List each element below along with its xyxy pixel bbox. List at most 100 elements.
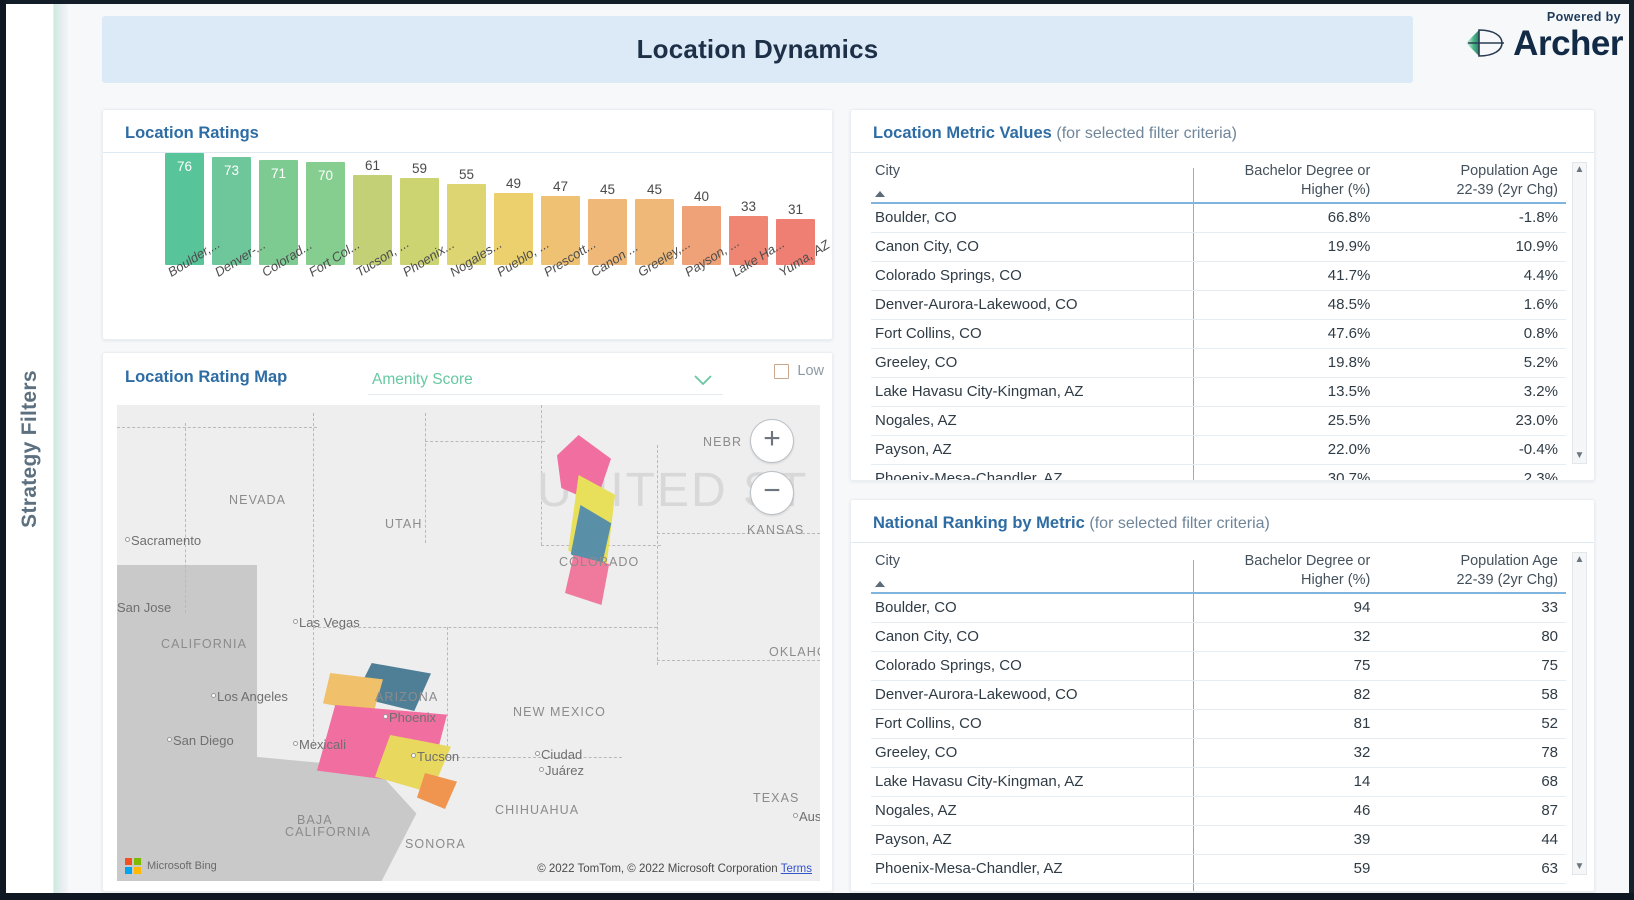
metric-values-scrollbar[interactable]: ▲ ▼ <box>1572 162 1587 464</box>
ranking-table-scroll[interactable]: City Bachelor Degree or Higher (%) Popul… <box>871 546 1566 891</box>
table-row[interactable]: Nogales, AZ 25.5% 23.0% <box>871 406 1566 436</box>
cell-popage: 47 <box>1378 883 1566 891</box>
table-row[interactable]: Phoenix-Mesa-Chandler, AZ 30.7% 2.3% <box>871 464 1566 480</box>
map-city-label: Sacramento <box>131 533 202 548</box>
table-row[interactable]: Boulder, CO 66.8% -1.8% <box>871 203 1566 233</box>
map-state-label: COLORADO <box>559 555 640 569</box>
column-header-bachelor-line1: Bachelor Degree or <box>1244 163 1371 179</box>
map-city-dot <box>293 741 298 746</box>
column-header-popage[interactable]: Population Age 22-39 (2yr Chg) <box>1378 156 1566 202</box>
cell-city: Payson, AZ <box>871 825 1191 855</box>
cell-city: Boulder, CO <box>871 203 1191 233</box>
cell-popage: 52 <box>1378 709 1566 739</box>
cell-popage: 4.4% <box>1378 261 1566 291</box>
bar-value-label: 70 <box>317 168 334 183</box>
cell-popage: 58 <box>1378 680 1566 710</box>
bing-attribution-logo: Microsoft Bing <box>125 858 217 874</box>
metric-values-table-scroll[interactable]: City Bachelor Degree or Higher (%) Popul… <box>871 156 1566 480</box>
brand-name: Archer <box>1513 23 1623 63</box>
table-row[interactable]: Denver-Aurora-Lakewood, CO 48.5% 1.6% <box>871 290 1566 320</box>
map-terms-link[interactable]: Terms <box>781 863 812 875</box>
column-header-city[interactable]: City <box>871 156 1191 202</box>
strategy-filters-sidebar[interactable]: Strategy Filters <box>6 4 54 893</box>
table-row[interactable]: Fort Collins, CO 81 52 <box>871 709 1566 739</box>
table-row[interactable]: Lake Havasu City-Kingman, AZ 14 68 <box>871 767 1566 797</box>
cell-popage: 10.9% <box>1378 232 1566 262</box>
cell-bachelor: 19.8% <box>1190 348 1379 378</box>
map-copyright-text: © 2022 TomTom, © 2022 Microsoft Corporat… <box>537 863 778 875</box>
cell-bachelor: 22.0% <box>1190 435 1379 465</box>
table-row[interactable]: Denver-Aurora-Lakewood, CO 82 58 <box>871 680 1566 710</box>
table-row[interactable]: Colorado Springs, CO 41.7% 4.4% <box>871 261 1566 291</box>
scroll-up-arrow[interactable]: ▲ <box>1575 165 1585 175</box>
bar-value-label: 40 <box>693 189 710 204</box>
cell-bachelor: 25.5% <box>1190 406 1379 436</box>
table-row[interactable]: Nogales, AZ 46 87 <box>871 796 1566 826</box>
low-filter-checkbox[interactable]: Low <box>774 363 824 379</box>
bing-map-view[interactable]: UNITED ST NEVADA UTAH CALIFORNIA COLORADO NE… <box>117 405 820 881</box>
column-header-popage[interactable]: Population Age 22-39 (2yr Chg) <box>1378 546 1566 592</box>
map-city-label: Juárez <box>545 763 585 778</box>
cell-popage: 44 <box>1378 825 1566 855</box>
cell-popage: 5.2% <box>1378 348 1566 378</box>
map-metric-select[interactable]: Amenity Score <box>368 365 723 395</box>
column-header-bachelor[interactable]: Bachelor Degree or Higher (%) <box>1191 156 1379 202</box>
sort-ascending-icon <box>875 191 885 198</box>
map-city-dot <box>793 813 798 818</box>
map-zoom-out-button[interactable]: − <box>750 471 794 515</box>
table-row[interactable]: Canon City, CO 32 80 <box>871 622 1566 652</box>
metric-values-title-sub: (for selected filter criteria) <box>1056 125 1237 142</box>
map-border <box>447 757 622 758</box>
column-header-city-line1: City <box>875 163 900 179</box>
table-row[interactable]: Boulder, CO 94 33 <box>871 593 1566 623</box>
map-state-label: NEW MEXICO <box>513 705 606 719</box>
table-row[interactable]: Prescott Valley-Prescott, AZ3147 <box>871 883 1566 891</box>
checkbox-box[interactable] <box>774 363 790 379</box>
cell-bachelor: 59 <box>1190 854 1379 884</box>
map-city-label: Tucson <box>417 749 460 764</box>
table-row[interactable]: Greeley, CO 32 78 <box>871 738 1566 768</box>
map-city-dot <box>293 619 298 624</box>
cell-city: Canon City, CO <box>871 622 1191 652</box>
cell-bachelor: 47.6% <box>1190 319 1379 349</box>
table-row[interactable]: Payson, AZ 39 44 <box>871 825 1566 855</box>
map-city-dot <box>535 751 540 756</box>
map-state-label: NEBR <box>703 435 743 449</box>
bar-value-label: 45 <box>599 182 616 197</box>
page-title: Location Dynamics <box>636 34 879 64</box>
map-zoom-in-button[interactable]: + <box>750 419 794 463</box>
column-header-bachelor[interactable]: Bachelor Degree or Higher (%) <box>1191 546 1379 592</box>
national-ranking-title: National Ranking by Metric (for selected… <box>851 500 1594 542</box>
location-ratings-card: Location Ratings 76 73 71 70 61 59 55 49 47 45 45 4… <box>102 109 833 340</box>
map-border <box>313 627 314 747</box>
scroll-down-arrow[interactable]: ▼ <box>1575 862 1585 872</box>
table-header: City Bachelor Degree or Higher (%) Popul… <box>871 546 1566 594</box>
cell-popage: 78 <box>1378 738 1566 768</box>
cell-city: Canon City, CO <box>871 232 1191 262</box>
bar-category-label: Tucson, ... <box>353 235 412 331</box>
table-row[interactable]: Canon City, CO 19.9% 10.9% <box>871 232 1566 262</box>
map-city-dot <box>211 693 216 698</box>
location-ratings-chart: 76 73 71 70 61 59 55 49 47 45 45 40 33 31 Boulder,...… <box>103 153 832 339</box>
map-border <box>185 423 186 613</box>
scroll-down-arrow[interactable]: ▼ <box>1575 451 1585 461</box>
brand-block: Powered by Archer <box>1423 10 1623 64</box>
table-row[interactable]: Colorado Springs, CO 75 75 <box>871 651 1566 681</box>
map-border <box>425 413 426 543</box>
page-header-band: Location Dynamics <box>102 16 1413 83</box>
cell-city: Nogales, AZ <box>871 796 1191 826</box>
map-border <box>117 427 317 428</box>
table-row[interactable]: Phoenix-Mesa-Chandler, AZ 59 63 <box>871 854 1566 884</box>
bar-category-label: Fort Col... <box>306 237 362 331</box>
cell-bachelor: 32 <box>1190 622 1379 652</box>
ranking-scrollbar[interactable]: ▲ ▼ <box>1572 552 1587 875</box>
table-row[interactable]: Lake Havasu City-Kingman, AZ 13.5% 3.2% <box>871 377 1566 407</box>
column-header-city[interactable]: City <box>871 546 1191 592</box>
report-canvas: Location Dynamics Powered by Archer Loca… <box>68 4 1629 893</box>
table-row[interactable]: Fort Collins, CO 47.6% 0.8% <box>871 319 1566 349</box>
table-row[interactable]: Payson, AZ 22.0% -0.4% <box>871 435 1566 465</box>
cell-city: Nogales, AZ <box>871 406 1191 436</box>
table-row[interactable]: Greeley, CO 19.8% 5.2% <box>871 348 1566 378</box>
bar-value-label: 59 <box>411 161 428 176</box>
scroll-up-arrow[interactable]: ▲ <box>1575 555 1585 565</box>
